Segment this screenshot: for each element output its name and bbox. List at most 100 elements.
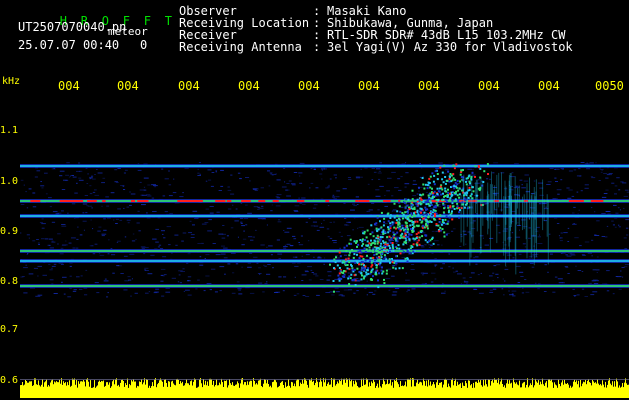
baseline-bar — [160, 378, 161, 398]
baseline-bar — [618, 387, 619, 398]
noise-speck — [174, 234, 179, 236]
noise-speck — [137, 163, 140, 165]
noise-speck — [605, 177, 609, 179]
baseline-bar — [496, 379, 497, 398]
band-line — [20, 200, 629, 202]
baseline-bar — [385, 384, 386, 398]
noise-speck — [168, 195, 173, 197]
noise-speck — [209, 212, 214, 214]
baseline-bar — [86, 379, 87, 398]
baseline-bar — [98, 381, 99, 398]
baseline-bar — [561, 382, 562, 398]
plume-column — [522, 196, 523, 231]
noise-speck — [252, 188, 258, 190]
baseline-bar — [43, 386, 44, 398]
noise-speck — [293, 210, 298, 212]
baseline-bar — [37, 384, 38, 398]
meteor-pixel — [452, 205, 455, 208]
baseline-bar — [118, 384, 119, 398]
noise-speck — [525, 291, 530, 293]
meteor-pixel — [444, 176, 447, 178]
baseline-bar — [228, 385, 229, 398]
noise-speck — [268, 245, 273, 247]
noise-speck — [591, 239, 594, 241]
noise-speck — [71, 175, 74, 176]
baseline-bar — [311, 378, 312, 398]
noise-speck — [486, 178, 489, 180]
meteor-pixel — [342, 270, 345, 272]
noise-speck — [329, 178, 332, 180]
meteor-pixel — [355, 241, 357, 244]
band-line — [20, 250, 629, 252]
noise-speck — [209, 289, 212, 291]
baseline-bar — [512, 387, 513, 398]
baseline-bar — [605, 381, 606, 398]
baseline-bar — [283, 385, 284, 398]
noise-speck — [335, 177, 337, 179]
noise-speck — [567, 241, 570, 242]
noise-speck — [85, 269, 88, 271]
meteor-pixel — [392, 231, 395, 234]
baseline-bar — [263, 383, 264, 398]
noise-speck — [539, 234, 540, 236]
baseline-bar — [528, 387, 529, 398]
baseline-bar — [142, 384, 143, 398]
baseline-bar — [475, 381, 476, 398]
baseline-bar — [235, 384, 236, 398]
meteor-pixel — [391, 223, 394, 226]
noise-speck — [143, 253, 146, 255]
meteor-pixel — [443, 231, 446, 234]
noise-speck — [219, 266, 225, 268]
baseline-bar — [321, 381, 322, 398]
baseline-bar — [544, 385, 545, 398]
noise-speck — [328, 184, 330, 186]
baseline-bar — [555, 384, 556, 398]
baseline-bar — [219, 382, 220, 398]
noise-speck — [160, 280, 164, 282]
baseline-bar — [87, 378, 88, 398]
noise-speck — [528, 237, 531, 239]
meteor-pixel — [419, 207, 422, 210]
noise-speck — [360, 176, 363, 178]
baseline-bar — [541, 384, 542, 398]
noise-speck — [589, 162, 594, 164]
noise-speck — [568, 170, 573, 172]
noise-speck — [72, 176, 77, 178]
noise-speck — [580, 190, 583, 192]
noise-speck — [567, 227, 570, 229]
baseline-bar — [476, 381, 477, 398]
meteor-pixel — [361, 266, 364, 269]
meteor-pixel — [441, 171, 444, 174]
noise-speck — [162, 233, 164, 235]
noise-speck — [32, 206, 37, 208]
noise-speck — [520, 276, 524, 277]
noise-speck — [82, 220, 87, 222]
noise-speck — [622, 182, 627, 184]
noise-speck — [185, 289, 190, 291]
noise-speck — [407, 242, 410, 243]
meteor-pixel — [419, 218, 422, 221]
noise-speck — [412, 180, 416, 182]
baseline-bar — [549, 379, 550, 398]
meteor-pixel — [388, 250, 391, 253]
noise-speck — [238, 289, 241, 291]
meteor-pixel — [401, 227, 404, 230]
noise-speck — [300, 235, 303, 237]
noise-speck — [333, 242, 337, 244]
meteor-pixel — [487, 173, 489, 175]
noise-speck — [336, 190, 341, 192]
baseline-bar — [500, 381, 501, 398]
noise-speck — [428, 244, 432, 246]
noise-speck — [365, 276, 368, 278]
noise-speck — [310, 182, 314, 184]
meteor-pixel — [442, 211, 445, 214]
noise-speck — [136, 222, 140, 224]
noise-speck — [153, 185, 158, 187]
noise-speck — [559, 237, 561, 239]
plume-column — [496, 174, 498, 244]
meteor-pixel — [379, 245, 382, 248]
noise-speck — [207, 169, 212, 171]
meteor-pixel — [387, 226, 389, 229]
noise-speck — [164, 211, 168, 213]
meteor-pixel — [350, 242, 353, 245]
